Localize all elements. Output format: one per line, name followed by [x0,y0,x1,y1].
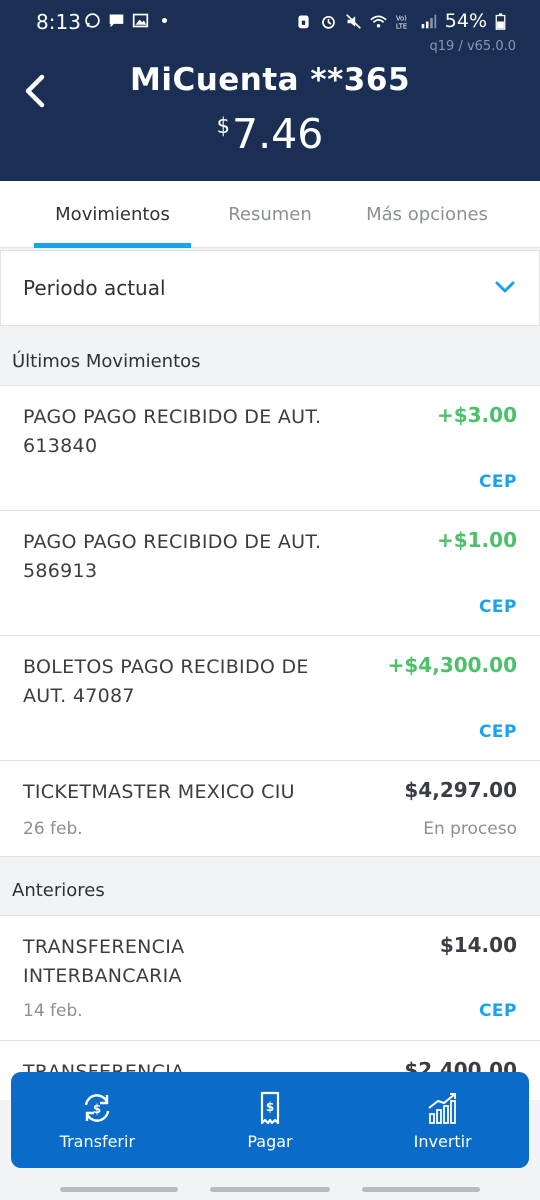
status-bar: 8:13 Vo) LTE 54% q19 / v65.0.0 [0,0,540,54]
movement-amount: $4,297.00 [404,778,517,802]
wifi-icon [370,15,387,27]
svg-text:$: $ [93,1102,101,1116]
movement-amount: $14.00 [439,933,517,957]
pay-button[interactable]: $ Pagar [184,1072,357,1168]
lock-badge-icon [298,15,309,28]
tab-movimientos[interactable]: Movimientos [34,181,191,248]
dot-icon [161,17,168,24]
movement-description: PAGO PAGO RECIBIDO DE AUT. 613840 [23,406,322,457]
tab-mas-opciones[interactable]: Más opciones [350,181,504,248]
whatsapp-icon [85,13,100,28]
chart-icon [428,1092,456,1124]
tab-bar: Movimientos Resumen Más opciones [0,181,540,248]
chevron-down-icon [495,281,515,293]
transfer-button[interactable]: $ Transferir [11,1072,184,1168]
status-time: 8:13 [36,10,81,34]
lte-icon: Vo)LTE [396,14,407,30]
movement-amount: +$4,300.00 [387,653,517,677]
period-label: Periodo actual [23,276,166,300]
tab-resumen[interactable]: Resumen [200,181,340,248]
balance-amount: 7.46 [232,110,324,158]
gesture-indicator [210,1187,330,1192]
currency-symbol: $ [216,114,231,138]
battery-percentage: 54% [444,10,487,32]
cep-link[interactable]: CEP [479,722,517,742]
cep-link[interactable]: CEP [479,597,517,617]
movement-description: TICKETMASTER MEXICO CIU [23,781,295,803]
transfer-icon: $ [85,1093,110,1122]
cep-link[interactable]: CEP [479,1001,517,1021]
bottom-action-bar: $ Transferir $ Pagar Invertir [11,1072,529,1168]
battery-icon [495,12,506,30]
movement-status: En proceso [423,819,517,839]
receipt-icon: $ [260,1091,280,1124]
invest-label: Invertir [413,1131,472,1151]
gallery-icon [132,13,149,28]
alarm-icon [321,15,335,29]
message-icon [109,14,124,28]
period-dropdown[interactable]: Periodo actual [0,250,540,326]
app-version: q19 / v65.0.0 [429,39,516,54]
account-balance: $7.46 [0,110,540,158]
movement-row[interactable]: BOLETOS PAGO RECIBIDO DE AUT. 47087 +$4,3… [0,635,540,760]
mute-icon [345,13,361,29]
movement-row[interactable]: PAGO PAGO RECIBIDO DE AUT. 586913 +$1.00 … [0,510,540,635]
status-right: Vo) LTE 54% [295,10,506,32]
section-previous-movements: Anteriores [12,880,105,901]
account-title: MiCuenta **365 [129,62,411,98]
movement-amount: +$3.00 [436,403,517,427]
movement-description: BOLETOS PAGO RECIBIDO DE AUT. 47087 [23,656,309,707]
pay-label: Pagar [247,1131,293,1151]
gesture-indicator [60,1187,178,1192]
movement-row[interactable]: TICKETMASTER MEXICO CIU $4,297.00 26 feb… [0,760,540,857]
app-header: 8:13 Vo) LTE 54% q19 / v65.0.0 MiCuenta *… [0,0,540,181]
movement-date: 26 feb. [23,819,83,839]
transfer-label: Transferir [59,1131,136,1151]
svg-text:Vo): Vo) [396,14,407,22]
movement-description: PAGO PAGO RECIBIDO DE AUT. 586913 [23,531,322,582]
movement-amount: +$1.00 [436,528,517,552]
movement-date: 14 feb. [23,1001,83,1021]
invest-button[interactable]: Invertir [356,1072,529,1168]
signal-icon [421,14,436,28]
svg-text:$: $ [266,1100,274,1114]
movement-row[interactable]: PAGO PAGO RECIBIDO DE AUT. 613840 +$3.00 … [0,385,540,510]
movement-description: TRANSFERENCIA INTERBANCARIA [23,936,185,987]
movement-row[interactable]: TRANSFERENCIA INTERBANCARIA $14.00 14 feb… [0,915,540,1040]
gesture-indicator [362,1187,480,1192]
notification-icons [84,12,173,29]
svg-text:LTE: LTE [396,22,407,30]
cep-link[interactable]: CEP [479,472,517,492]
section-latest-movements: Últimos Movimientos [12,351,201,372]
